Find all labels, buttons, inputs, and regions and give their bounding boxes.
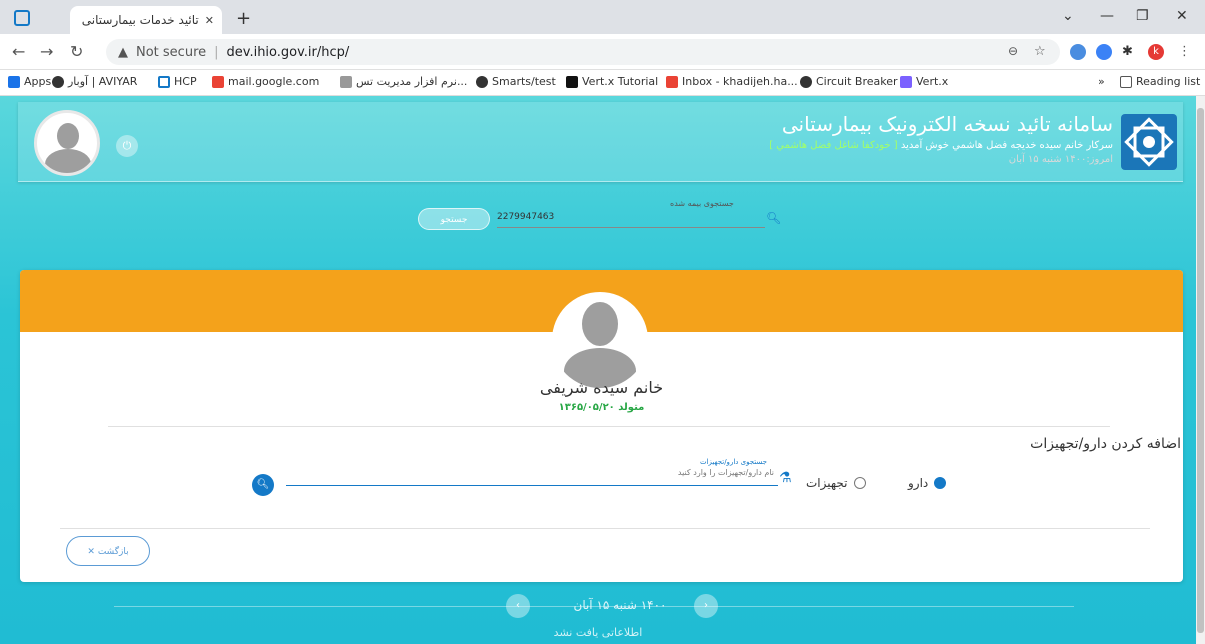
next-day-button[interactable]: ›: [694, 594, 718, 618]
radio-equipment[interactable]: تجهیزات: [806, 476, 866, 490]
bookmark-vertx-tutorial[interactable]: Vert.x Tutorial: [566, 75, 658, 88]
translate-extension-icon[interactable]: [1070, 44, 1086, 60]
today-date: امروز:۱۴۰۰ شنبه ۱۵ آبان: [1008, 154, 1113, 165]
vertx-tutorial-icon: [566, 75, 578, 88]
scrollbar[interactable]: [1196, 96, 1205, 644]
radio-drug-dot[interactable]: [934, 477, 947, 489]
profile-avatar[interactable]: k: [1148, 44, 1164, 60]
user-role: [ خودکفا شاغل فضل هاشمي ]: [769, 140, 898, 151]
forward-arrow-icon[interactable]: →: [40, 42, 53, 61]
globe-icon: [52, 75, 64, 88]
back-button-label: بازگشت: [97, 547, 129, 557]
hcp-logo-icon: [158, 75, 170, 88]
welcome-text: سرکار خانم سیده خدیجه فضل هاشمي خوش آمدی…: [769, 140, 1113, 151]
gmail-icon: [666, 75, 678, 88]
vertx-icon: [900, 75, 912, 88]
insured-search-input[interactable]: 2279947463: [497, 212, 765, 228]
apps-grid-icon: [8, 75, 20, 88]
menu-icon[interactable]: ⋮: [1178, 44, 1194, 60]
medicine-search-label: جستجوی دارو/تجهیزات: [700, 458, 767, 466]
address-toolbar: ← → ↻ ▲ Not secure | dev.ihio.gov.ir/hcp…: [0, 34, 1205, 70]
browser-titlebar: تائید خدمات بیمارستانی ✕ + ⌄ — ❐ ✕: [0, 0, 1205, 34]
globe-icon: [800, 75, 812, 88]
back-arrow-icon[interactable]: ←: [12, 42, 25, 61]
browser-tab[interactable]: تائید خدمات بیمارستانی ✕: [70, 6, 222, 34]
tab-title: تائید خدمات بیمارستانی: [81, 13, 199, 27]
search-icon[interactable]: 🔍︎: [766, 211, 781, 225]
bookmark-icon: [340, 75, 352, 88]
medicine-search-input[interactable]: نام دارو/تجهیزات را وارد کنید: [286, 468, 778, 486]
date-pager: ‹ ۱۴۰۰ شنبه ۱۵ آبان ›: [0, 586, 1196, 626]
url-text: dev.ihio.gov.ir/hcp/: [226, 44, 350, 60]
patient-card: خانم سیده شریفی متولد ۱۳۶۵/۰۵/۲۰ اضافه ک…: [20, 270, 1183, 582]
close-window-button[interactable]: ✕: [1176, 8, 1188, 24]
insured-search-label: جستجوی بیمه شده: [670, 199, 734, 208]
patient-dob: متولد ۱۳۶۵/۰۵/۲۰: [558, 402, 645, 413]
bookmark-smarts[interactable]: Smarts/test: [476, 75, 556, 88]
minimize-button[interactable]: —: [1100, 8, 1114, 24]
user-avatar[interactable]: [34, 110, 100, 176]
warning-icon[interactable]: ▲: [118, 45, 128, 60]
site-title: سامانه تائید نسخه الکترونیک بیمارستانی: [781, 112, 1113, 136]
bookmark-aviyar[interactable]: آوبار | AVIYAR: [52, 75, 137, 88]
bookmarks-overflow[interactable]: »: [1098, 75, 1105, 88]
add-items-title: اضافه کردن دارو/تجهیزات: [1030, 436, 1181, 452]
globe-icon: [476, 75, 488, 88]
bookmark-hcp[interactable]: HCP: [158, 75, 197, 88]
divider: [108, 426, 1110, 427]
radio-drug-label: دارو: [908, 476, 929, 490]
medicine-search-button[interactable]: 🔍︎: [252, 474, 274, 496]
flask-icon: ⚗: [779, 470, 792, 486]
back-button[interactable]: ✕ بازگشت: [66, 536, 150, 566]
bookmark-circuit-breaker[interactable]: Circuit Breaker: [800, 75, 898, 88]
close-icon: ✕: [87, 547, 95, 557]
page-viewport: ⏻ سامانه تائید نسخه الکترونیک بیمارستانی…: [0, 96, 1196, 644]
pager-date: ۱۴۰۰ شنبه ۱۵ آبان: [573, 598, 667, 612]
bookmark-gmail[interactable]: mail.google.com: [212, 75, 319, 88]
security-label: Not secure: [136, 44, 207, 60]
radio-drug[interactable]: دارو: [908, 476, 947, 490]
bookmark-test-management[interactable]: نرم افزار مدیریت تس...: [340, 75, 467, 88]
puzzle-icon[interactable]: ✱: [1122, 44, 1138, 60]
extension-icon[interactable]: [1096, 44, 1112, 60]
radio-equipment-dot[interactable]: [853, 477, 866, 489]
bookmark-apps[interactable]: Apps: [8, 75, 51, 88]
bookmarks-bar: Apps آوبار | AVIYAR HCP mail.google.com …: [0, 70, 1205, 96]
address-bar[interactable]: ▲ Not secure | dev.ihio.gov.ir/hcp/: [106, 39, 1060, 65]
patient-name: خانم سیده شریفی: [539, 378, 664, 397]
new-tab-button[interactable]: +: [236, 8, 251, 29]
insurance-logo: [1121, 114, 1177, 170]
reload-icon[interactable]: ↻: [70, 42, 83, 61]
bookmark-inbox[interactable]: Inbox - khadijeh.ha...: [666, 75, 798, 88]
reading-list-icon: [1120, 75, 1132, 88]
bookmark-vertx[interactable]: Vert.x: [900, 75, 948, 88]
bookmark-star-icon[interactable]: ☆: [1034, 44, 1050, 60]
prev-day-button[interactable]: ‹: [506, 594, 530, 618]
scrollbar-thumb[interactable]: [1197, 108, 1204, 633]
gmail-icon: [212, 75, 224, 88]
tab-close-icon[interactable]: ✕: [205, 14, 214, 27]
no-data-text: اطلاعاتی یافت نشد: [553, 626, 643, 639]
search-button[interactable]: جستجو: [418, 208, 490, 230]
restore-button[interactable]: ❐: [1136, 8, 1149, 24]
power-icon[interactable]: ⏻: [116, 135, 138, 157]
tab-search-icon[interactable]: [14, 10, 30, 26]
site-header: ⏻ سامانه تائید نسخه الکترونیک بیمارستانی…: [18, 102, 1183, 182]
zoom-icon[interactable]: ⊖: [1008, 44, 1024, 60]
divider: [60, 528, 1150, 529]
patient-avatar: [552, 292, 648, 388]
reading-list[interactable]: Reading list: [1120, 75, 1200, 88]
radio-equipment-label: تجهیزات: [806, 476, 848, 490]
tab-search-chevron-icon[interactable]: ⌄: [1062, 8, 1074, 24]
